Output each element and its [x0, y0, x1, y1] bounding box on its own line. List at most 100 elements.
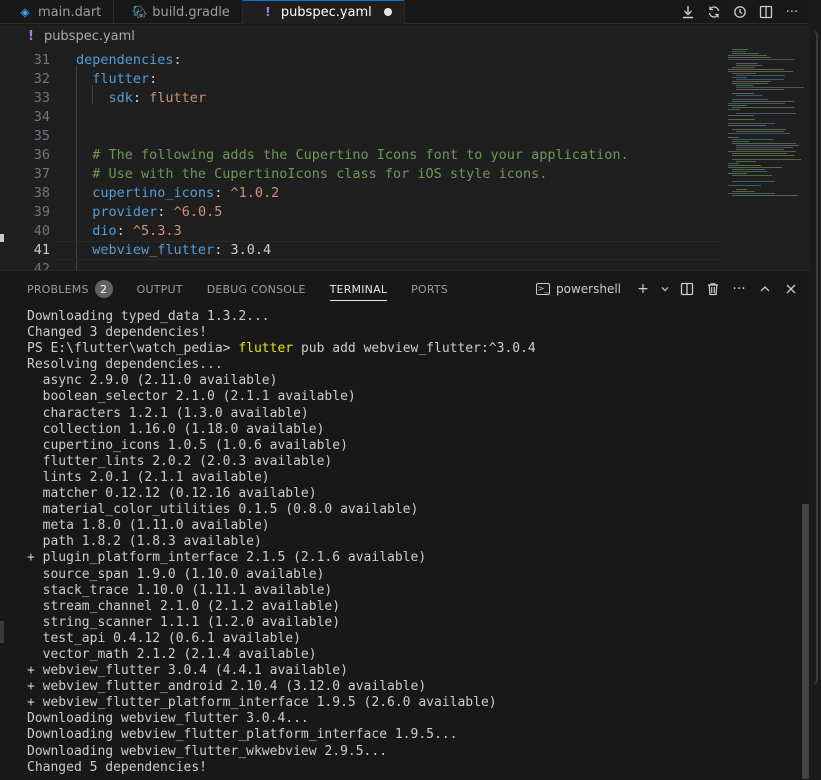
minimap-line	[736, 87, 804, 88]
minimap-line	[732, 171, 767, 172]
code-line[interactable]: 39 provider: ^6.0.5	[0, 203, 722, 222]
code-line[interactable]: 32 flutter:	[0, 70, 722, 89]
history-icon[interactable]	[729, 2, 751, 22]
minimap-line	[732, 77, 747, 78]
code-token: sdk	[108, 90, 133, 106]
breadcrumb-file[interactable]: pubspec.yaml	[44, 29, 135, 44]
terminal-scrollbar[interactable]	[802, 504, 809, 779]
minimap-line	[732, 53, 759, 54]
code-line[interactable]: 31 dependencies:	[0, 51, 722, 70]
code-line[interactable]: 34	[0, 108, 722, 127]
terminal-line: Downloading webview_flutter_wkwebview 2.…	[27, 743, 388, 759]
launch-profile-chevron-icon[interactable]	[659, 279, 671, 299]
code-line[interactable]: 42	[0, 260, 722, 270]
code-token: flutter	[92, 71, 150, 87]
code-token: dependencies	[76, 52, 174, 68]
minimap-line	[736, 189, 747, 190]
split-editor-icon[interactable]	[755, 2, 777, 22]
terminal-prompt: PS E:\flutter\watch_pedia>	[27, 341, 239, 357]
unsaved-changes-dot-icon[interactable]	[383, 8, 392, 16]
minimap-line	[732, 159, 801, 160]
minimap-line	[736, 161, 756, 162]
code-line[interactable]: 40 dio: ^5.3.3	[0, 222, 722, 241]
minimap-line	[736, 85, 753, 86]
tab-pubspec-yaml[interactable]: ! pubspec.yaml	[242, 0, 405, 24]
tab-terminal[interactable]: TERMINAL	[329, 271, 388, 307]
minimap-line	[732, 101, 794, 102]
terminal-line: source_span 1.9.0 (1.10.0 available)	[27, 566, 325, 582]
code-line[interactable]: 38 cupertino_icons: ^1.0.2	[0, 184, 722, 203]
line-code: flutter:	[76, 70, 157, 89]
minimap-line	[728, 103, 785, 104]
new-terminal-icon[interactable]: +	[633, 279, 653, 299]
tab-main-dart[interactable]: ◈ main.dart	[0, 0, 115, 24]
tab-debug-console[interactable]: DEBUG CONSOLE	[207, 271, 306, 307]
minimap-line	[728, 59, 794, 60]
minimap-line	[736, 79, 784, 80]
minimap-line	[732, 81, 771, 82]
terminal-line: cupertino_icons 1.0.5 (1.0.6 available)	[27, 437, 348, 453]
code-token: :	[173, 52, 182, 68]
terminal-line: PS E:\flutter\watch_pedia> flutter pub a…	[27, 341, 802, 357]
code-token: dio	[92, 223, 117, 239]
tab-label: OUTPUT	[136, 282, 183, 296]
code-token: provider	[92, 204, 158, 220]
editor-actions: ···	[677, 0, 809, 24]
code-line[interactable]: 33 sdk: flutter	[0, 89, 722, 108]
terminal-line: flutter_lints 2.0.2 (2.0.3 available)	[27, 453, 333, 469]
minimap-line	[736, 147, 793, 148]
terminal-output[interactable]: Downloading typed_data 1.3.2... Changed 3…	[27, 309, 802, 779]
terminal-command-args: pub add webview_flutter:^3.0.4	[293, 341, 536, 357]
panel-actions: >_ powershell + ···	[536, 279, 801, 299]
tab-output[interactable]: OUTPUT	[137, 271, 183, 307]
line-number: 37	[33, 166, 50, 182]
code-token: cupertino_icons	[92, 185, 215, 201]
minimap-line	[736, 75, 785, 76]
download-icon[interactable]	[677, 2, 699, 22]
minimap-line	[732, 139, 774, 140]
minimap-line	[736, 113, 796, 114]
code-line[interactable]: 35	[0, 127, 722, 146]
minimap-line	[728, 125, 766, 126]
trash-icon[interactable]	[703, 279, 723, 299]
more-icon[interactable]: ···	[781, 2, 803, 22]
terminal-selector[interactable]: >_ powershell	[536, 282, 621, 296]
minimap-line	[728, 57, 771, 58]
code-line[interactable]: 37 # Use with the CupertinoIcons class f…	[0, 165, 722, 184]
minimap-line	[736, 145, 799, 146]
code-editor[interactable]: 31 dependencies: 32 flutter: 33 sdk: flutte…	[0, 47, 809, 270]
code-line[interactable]: 41 webview_flutter: 3.0.4	[0, 241, 722, 260]
line-code: # Use with the CupertinoIcons class for …	[76, 165, 547, 184]
tab-problems[interactable]: PROBLEMS 2	[27, 271, 113, 307]
code-token: webview_flutter	[92, 242, 215, 258]
minimap-line	[728, 115, 754, 116]
terminal-line: characters 1.2.1 (1.3.0 available)	[27, 405, 309, 421]
minimap[interactable]	[724, 47, 804, 270]
terminal-line: matcher 0.12.12 (0.12.16 available)	[27, 486, 317, 502]
tab-label: build.gradle	[152, 4, 230, 20]
tab-label: main.dart	[38, 4, 102, 20]
close-panel-icon[interactable]	[781, 279, 801, 299]
terminal-line: + plugin_platform_interface 2.1.5 (2.1.6…	[27, 550, 427, 566]
tab-build-gradle[interactable]: 🐘︎ build.gradle	[114, 0, 243, 24]
minimap-line	[728, 119, 755, 120]
minimap-line	[728, 109, 740, 110]
terminal-line: collection 1.16.0 (1.18.0 available)	[27, 421, 325, 437]
line-number: 42	[33, 261, 50, 270]
line-code: dio: ^5.3.3	[76, 222, 181, 241]
tab-ports[interactable]: PORTS	[411, 271, 448, 307]
minimap-line	[732, 153, 787, 154]
window-resize-handle[interactable]	[812, 30, 818, 685]
terminal-line: Changed 3 dependencies!	[27, 325, 208, 341]
breadcrumb: ! pubspec.yaml	[0, 25, 809, 47]
more-icon[interactable]: ···	[729, 279, 749, 299]
sync-icon[interactable]	[703, 2, 725, 22]
code-line[interactable]: 36 # The following adds the Cupertino Ic…	[0, 146, 722, 165]
minimap-line	[728, 133, 790, 134]
split-terminal-icon[interactable]	[677, 279, 697, 299]
maximize-panel-icon[interactable]	[755, 279, 775, 299]
